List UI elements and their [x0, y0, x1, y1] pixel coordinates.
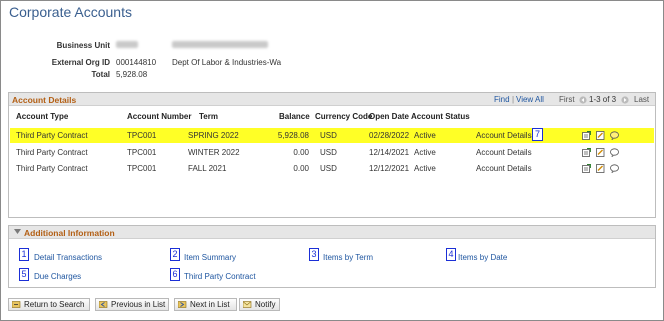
due-charges-link[interactable]: Due Charges [34, 272, 81, 281]
open-date: 12/12/2021 [369, 164, 410, 173]
account-details-title: Account Details [12, 95, 77, 105]
comment-icon[interactable] [610, 131, 619, 140]
return-icon [12, 301, 21, 308]
currency: USD [320, 148, 337, 157]
additional-info-panel: Additional Information 1 Detail Transact… [8, 225, 656, 288]
business-unit-label: Business Unit [56, 41, 110, 50]
balance: 0.00 [293, 148, 309, 157]
page-title: Corporate Accounts [9, 4, 132, 20]
total-label: Total [91, 70, 110, 79]
callout-7: 7 [532, 128, 543, 141]
col-account-type: Account Type [16, 112, 69, 121]
next-arrow-icon[interactable] [621, 96, 629, 104]
nav-separator: | [512, 95, 515, 104]
notify-icon [243, 301, 252, 308]
balance: 0.00 [293, 164, 309, 173]
edit-note-icon[interactable] [596, 131, 605, 140]
callout-1: 1 [19, 248, 29, 261]
additional-info-header[interactable]: Additional Information [9, 226, 655, 239]
account-type: Third Party Contract [16, 131, 88, 140]
currency: USD [320, 164, 337, 173]
return-to-search-label: Return to Search [24, 300, 85, 309]
account-status: Active [414, 148, 436, 157]
open-date: 02/28/2022 [369, 131, 410, 140]
open-date: 12/14/2021 [369, 148, 410, 157]
comment-icon[interactable] [610, 148, 619, 157]
callout-2: 2 [170, 248, 180, 261]
edit-note-icon[interactable] [596, 148, 605, 157]
account-details-panel: Account Details Find | View All First 1-… [8, 92, 656, 218]
additional-info-title: Additional Information [24, 228, 115, 238]
collapse-triangle-icon[interactable] [14, 229, 21, 235]
page-range: 1-3 of 3 [589, 95, 617, 104]
find-link[interactable]: Find [494, 95, 510, 104]
items-by-term-link[interactable]: Items by Term [323, 253, 373, 262]
currency: USD [320, 131, 337, 140]
comment-icon[interactable] [610, 164, 619, 173]
account-details-link[interactable]: Account Details [476, 148, 532, 157]
first-link[interactable]: First [559, 95, 575, 104]
previous-in-list-label: Previous in List [111, 300, 166, 309]
col-term: Term [199, 112, 218, 121]
view-detail-icon[interactable] [582, 131, 591, 140]
balance: 5,928.08 [277, 131, 309, 140]
table-row: Third Party Contract TPC001 FALL 2021 0.… [10, 161, 654, 176]
table-row: Third Party Contract TPC001 SPRING 2022 … [10, 128, 654, 143]
account-details-header: Account Details Find | View All First 1-… [9, 93, 655, 106]
next-list-icon [178, 301, 187, 308]
third-party-contract-link[interactable]: Third Party Contract [184, 272, 256, 281]
callout-4: 4 [446, 248, 456, 261]
account-number: TPC001 [127, 131, 157, 140]
business-unit-description [172, 41, 268, 50]
col-open-date: Open Date [369, 112, 410, 121]
edit-note-icon[interactable] [596, 164, 605, 173]
items-by-date-link[interactable]: Items by Date [458, 253, 507, 262]
col-currency-code: Currency Code [315, 112, 373, 121]
account-number: TPC001 [127, 148, 157, 157]
term: FALL 2021 [188, 164, 227, 173]
external-org-id: 000144810 [116, 58, 157, 67]
account-type: Third Party Contract [16, 164, 88, 173]
account-status: Active [414, 164, 436, 173]
previous-in-list-button[interactable]: Previous in List [95, 298, 169, 311]
external-org-label: External Org ID [51, 58, 110, 67]
previous-arrow-icon[interactable] [579, 96, 587, 104]
term: SPRING 2022 [188, 131, 239, 140]
col-account-number: Account Number [127, 112, 192, 121]
callout-5: 5 [19, 268, 29, 281]
account-type: Third Party Contract [16, 148, 88, 157]
next-in-list-label: Next in List [190, 300, 230, 309]
total-value: 5,928.08 [116, 70, 148, 79]
callout-3: 3 [309, 248, 319, 261]
term: WINTER 2022 [188, 148, 240, 157]
notify-button[interactable]: Notify [239, 298, 280, 311]
view-all-link[interactable]: View All [516, 95, 544, 104]
external-org-name: Dept Of Labor & Industries-Wa [172, 58, 282, 67]
view-detail-icon[interactable] [582, 148, 591, 157]
return-to-search-button[interactable]: Return to Search [8, 298, 90, 311]
notify-label: Notify [255, 300, 276, 309]
detail-transactions-link[interactable]: Detail Transactions [34, 253, 102, 262]
table-row: Third Party Contract TPC001 WINTER 2022 … [10, 145, 654, 160]
next-in-list-button[interactable]: Next in List [174, 298, 237, 311]
last-link[interactable]: Last [634, 95, 649, 104]
account-status: Active [414, 131, 436, 140]
account-details-link[interactable]: Account Details [476, 131, 532, 140]
business-unit-value [116, 41, 138, 50]
item-summary-link[interactable]: Item Summary [184, 253, 236, 262]
col-account-status: Account Status [411, 112, 470, 121]
account-number: TPC001 [127, 164, 157, 173]
view-detail-icon[interactable] [582, 164, 591, 173]
account-details-link[interactable]: Account Details [476, 164, 532, 173]
col-balance: Balance [279, 112, 310, 121]
callout-6: 6 [170, 268, 180, 281]
previous-list-icon [99, 301, 108, 308]
